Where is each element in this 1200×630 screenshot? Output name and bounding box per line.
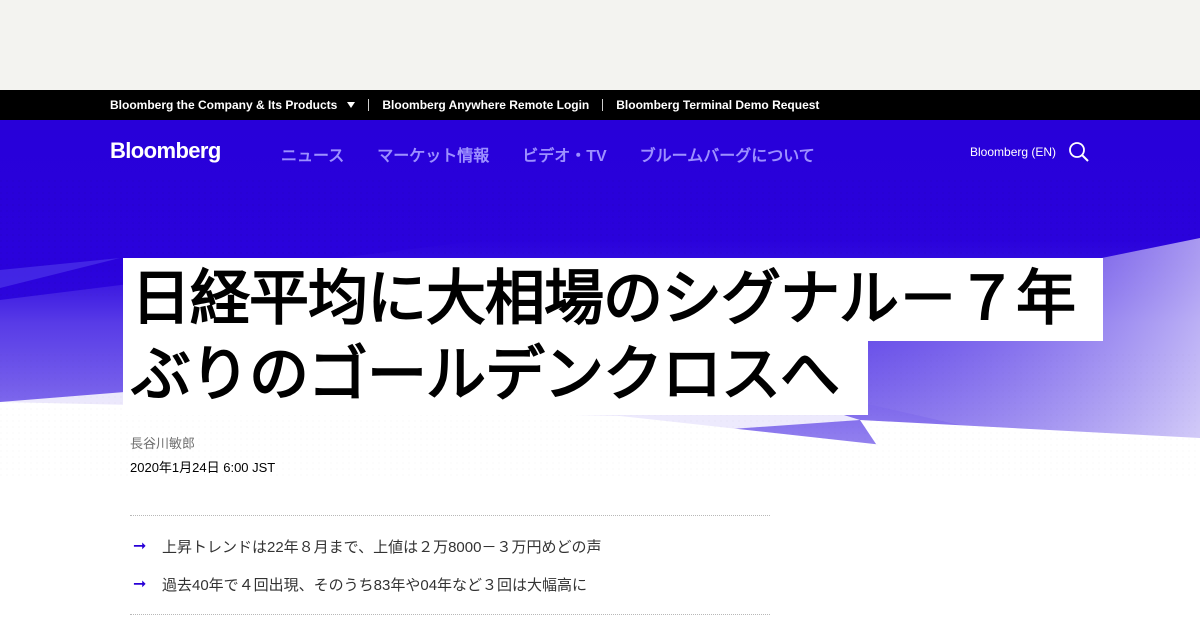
article-timestamp: 2020年1月24日 6:00 JST <box>130 460 276 475</box>
divider <box>368 99 370 111</box>
divider <box>130 614 770 615</box>
ad-banner-area <box>0 0 1200 90</box>
arrow-right-icon: ➞ <box>133 576 147 593</box>
nav-link-markets[interactable]: マーケット情報 <box>377 142 489 166</box>
summary-text: 上昇トレンドは22年８月まで、上値は２万8000－３万円めどの声 <box>162 538 602 556</box>
divider <box>602 99 604 111</box>
corporate-bar: Bloomberg the Company & Its Products Blo… <box>0 90 1200 120</box>
main-navbar: Bloomberg ニュース マーケット情報 ビデオ・TV ブルームバーグについ… <box>0 120 1200 184</box>
divider <box>130 515 770 516</box>
article-author[interactable]: 長谷川敏郎 <box>130 433 195 452</box>
search-icon <box>1069 142 1089 162</box>
summary-item: ➞ 過去40年で４回出現、そのうち83年や04年など３回は大幅高に <box>133 572 773 596</box>
edition-switcher[interactable]: Bloomberg (EN) <box>970 145 1056 159</box>
terminal-demo-link[interactable]: Bloomberg Terminal Demo Request <box>616 98 819 112</box>
headline-line-1: 日経平均に大相場のシグナル－７年 <box>123 258 1103 341</box>
anywhere-login-link[interactable]: Bloomberg Anywhere Remote Login <box>382 98 589 112</box>
nav-link-about[interactable]: ブルームバーグについて <box>640 142 815 166</box>
bloomberg-logo[interactable]: Bloomberg <box>110 138 221 164</box>
summary-item: ➞ 上昇トレンドは22年８月まで、上値は２万8000－３万円めどの声 <box>133 534 773 558</box>
nav-link-video-tv[interactable]: ビデオ・TV <box>522 142 606 166</box>
company-products-label: Bloomberg the Company & Its Products <box>110 98 338 112</box>
headline-line-2: ぶりのゴールデンクロスへ <box>123 341 868 415</box>
article-summary: ➞ 上昇トレンドは22年８月まで、上値は２万8000－３万円めどの声 ➞ 過去4… <box>133 534 773 610</box>
primary-nav: ニュース マーケット情報 ビデオ・TV ブルームバーグについて <box>281 142 815 166</box>
summary-text: 過去40年で４回出現、そのうち83年や04年など３回は大幅高に <box>162 576 588 594</box>
arrow-right-icon: ➞ <box>133 538 147 555</box>
nav-link-news[interactable]: ニュース <box>281 142 344 166</box>
search-button[interactable] <box>1068 141 1090 163</box>
caret-down-icon <box>347 102 356 108</box>
company-products-menu[interactable]: Bloomberg the Company & Its Products <box>110 98 356 112</box>
